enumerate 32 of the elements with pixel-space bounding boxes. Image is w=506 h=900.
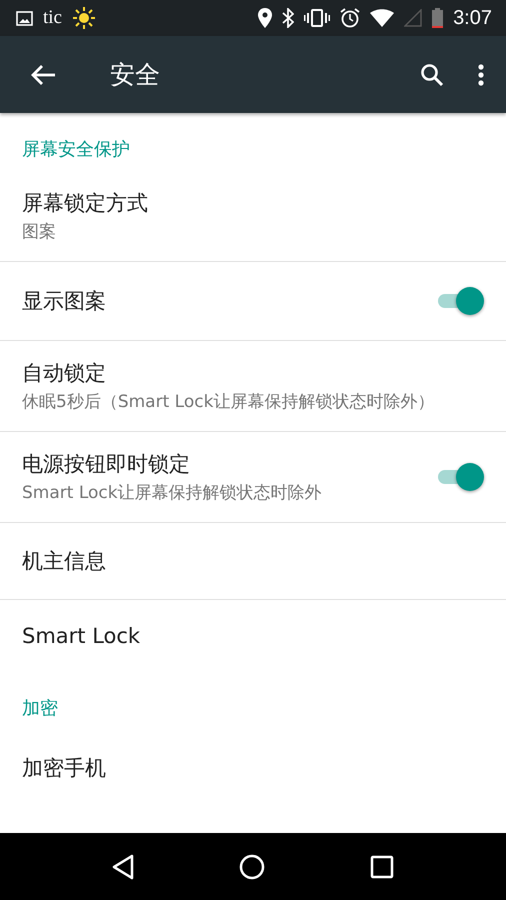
section-header: 屏幕安全保护 bbox=[21, 138, 131, 162]
setting-title: 机主信息 bbox=[22, 548, 107, 576]
toggle-switch[interactable] bbox=[436, 462, 484, 492]
setting-title: 显示图案 bbox=[22, 288, 107, 316]
screen-title: 安全 bbox=[110, 59, 161, 91]
setting-title: Smart Lock bbox=[22, 624, 142, 648]
image-icon bbox=[16, 10, 33, 26]
setting-summary: Smart Lock让屏幕保持解锁状态时除外 bbox=[22, 482, 323, 504]
setting-summary: 休眠5秒后（Smart Lock让屏幕保持解锁状态时除外） bbox=[22, 391, 436, 414]
sun-icon bbox=[72, 6, 96, 30]
setting-summary: 图案 bbox=[22, 221, 57, 244]
triangle-back-icon bbox=[112, 854, 134, 880]
status-app-label: tic bbox=[43, 7, 62, 29]
location-icon bbox=[258, 8, 272, 28]
back-arrow-icon bbox=[30, 64, 56, 86]
bluetooth-icon bbox=[282, 8, 294, 28]
setting-title: 电源按钮即时锁定 bbox=[22, 451, 191, 478]
battery-icon bbox=[432, 8, 444, 28]
toggle-switch[interactable] bbox=[436, 286, 484, 316]
setting-title: 自动锁定 bbox=[22, 360, 107, 388]
vibrate-icon bbox=[304, 9, 330, 27]
wifi-icon bbox=[370, 9, 394, 27]
circle-home-icon bbox=[238, 854, 265, 880]
section-header: 加密 bbox=[21, 697, 59, 722]
setting-title: 加密手机 bbox=[22, 755, 107, 782]
search-icon bbox=[420, 62, 444, 86]
setting-title: 屏幕锁定方式 bbox=[22, 190, 149, 217]
cell-signal-icon bbox=[404, 9, 422, 27]
alarm-icon bbox=[340, 8, 360, 28]
more-vert-icon bbox=[478, 64, 484, 86]
square-recents-icon bbox=[370, 854, 394, 878]
status-time: 3:07 bbox=[453, 6, 492, 30]
